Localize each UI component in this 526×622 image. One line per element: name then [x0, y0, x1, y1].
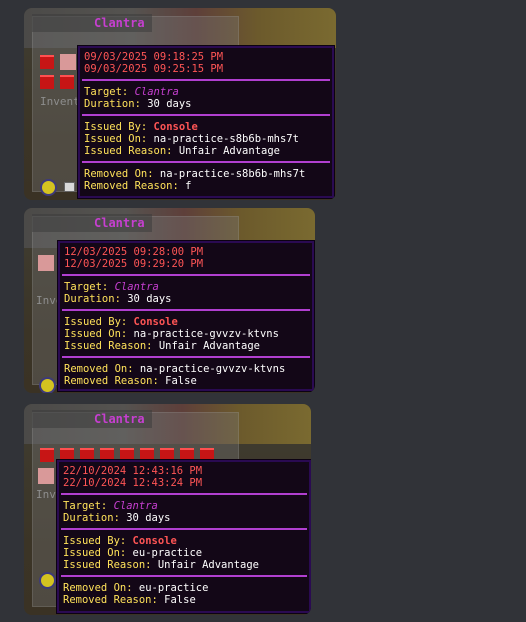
target-label: Target:	[84, 86, 129, 98]
issued-on-label: Issued On:	[64, 328, 128, 340]
duration-row: Duration: 30 days	[63, 512, 305, 524]
screenshot-card-1: Clantra Invent 09/03/2025 09:18:25 PM 09…	[24, 8, 336, 200]
duration-label: Duration:	[64, 293, 121, 305]
removed-reason-row: Removed Reason: False	[64, 375, 308, 387]
red-block-item[interactable]	[60, 75, 74, 89]
issued-reason-label: Issued Reason:	[64, 340, 153, 352]
punishment-start-time: 22/10/2024 12:43:16 PM	[63, 465, 203, 477]
pink-block-item[interactable]	[38, 468, 54, 484]
target-label: Target:	[64, 281, 109, 293]
punishment-tooltip: 22/10/2024 12:43:16 PM 22/10/2024 12:43:…	[56, 459, 311, 614]
duration-row: Duration: 30 days	[64, 293, 308, 305]
player-head-icon[interactable]	[39, 377, 56, 393]
divider	[62, 309, 310, 311]
target-row: Target: Clantra	[63, 500, 305, 512]
punishment-start-time: 09/03/2025 09:18:25 PM	[84, 51, 224, 63]
issued-on-value: na-practice-gvvzv-ktvns	[133, 328, 279, 340]
punishment-tooltip: 09/03/2025 09:18:25 PM 09/03/2025 09:25:…	[77, 45, 335, 199]
red-block-item[interactable]	[40, 448, 54, 462]
divider	[82, 114, 330, 116]
divider	[82, 79, 330, 81]
inventory-title: Clantra	[94, 16, 145, 30]
issued-reason-value: Unfair Advantage	[158, 340, 260, 352]
removed-on-row: Removed On: na-practice-s8b6b-mhs7t	[84, 168, 328, 180]
player-head-icon[interactable]	[39, 572, 56, 589]
removed-reason-value: False	[164, 594, 196, 606]
target-value: Clantra	[113, 500, 158, 512]
issued-by-row: Issued By: Console	[63, 535, 305, 547]
screenshot-card-3: Clantra Inve 22/10/2024 12:43:16 PM 22/1…	[24, 404, 311, 615]
removed-reason-label: Removed Reason:	[64, 375, 159, 387]
removed-on-row: Removed On: eu-practice	[63, 582, 305, 594]
issued-reason-label: Issued Reason:	[84, 145, 173, 157]
issued-by-label: Issued By:	[63, 535, 127, 547]
divider	[62, 274, 310, 276]
duration-value: 30 days	[127, 293, 172, 305]
removed-reason-label: Removed Reason:	[63, 594, 158, 606]
inventory-title: Clantra	[94, 412, 145, 426]
removed-reason-value: False	[165, 375, 197, 387]
pink-block-item[interactable]	[38, 255, 54, 271]
divider	[61, 493, 307, 495]
removed-reason-row: Removed Reason: f	[84, 180, 328, 192]
issued-reason-label: Issued Reason:	[63, 559, 152, 571]
inventory-title: Clantra	[94, 216, 145, 230]
player-head-icon[interactable]	[40, 179, 57, 196]
duration-label: Duration:	[84, 98, 141, 110]
punishment-tooltip: 12/03/2025 09:28:00 PM 12/03/2025 09:29:…	[57, 240, 315, 392]
duration-label: Duration:	[63, 512, 120, 524]
red-block-item[interactable]	[40, 75, 54, 89]
duration-value: 30 days	[147, 98, 192, 110]
punishment-end-time: 12/03/2025 09:29:20 PM	[64, 258, 204, 270]
issued-on-label: Issued On:	[84, 133, 148, 145]
issued-by-value: Console	[153, 121, 198, 133]
issued-by-row: Issued By: Console	[84, 121, 328, 133]
punishment-end-time: 22/10/2024 12:43:24 PM	[63, 477, 203, 489]
removed-reason-value: f	[185, 180, 192, 192]
issued-reason-row: Issued Reason: Unfair Advantage	[84, 145, 328, 157]
issued-on-value: na-practice-s8b6b-mhs7t	[153, 133, 299, 145]
removed-reason-label: Removed Reason:	[84, 180, 179, 192]
issued-on-value: eu-practice	[132, 547, 203, 559]
issued-by-label: Issued By:	[84, 121, 148, 133]
target-row: Target: Clantra	[64, 281, 308, 293]
issued-by-value: Console	[133, 316, 178, 328]
issued-on-row: Issued On: na-practice-gvvzv-ktvns	[64, 328, 308, 340]
removed-reason-row: Removed Reason: False	[63, 594, 305, 606]
issued-reason-value: Unfair Advantage	[157, 559, 259, 571]
target-label: Target:	[63, 500, 108, 512]
issued-by-label: Issued By:	[64, 316, 128, 328]
issued-reason-value: Unfair Advantage	[178, 145, 280, 157]
issued-reason-row: Issued Reason: Unfair Advantage	[63, 559, 305, 571]
screenshot-card-2: Clantra Inve 12/03/2025 09:28:00 PM 12/0…	[24, 208, 315, 393]
duration-value: 30 days	[126, 512, 171, 524]
removed-on-value: eu-practice	[138, 582, 209, 594]
divider	[61, 575, 307, 577]
issued-reason-row: Issued Reason: Unfair Advantage	[64, 340, 308, 352]
red-block-item[interactable]	[40, 55, 54, 69]
inventory-label: Invent	[40, 95, 80, 108]
issued-by-value: Console	[132, 535, 177, 547]
target-value: Clantra	[134, 86, 179, 98]
duration-row: Duration: 30 days	[84, 98, 328, 110]
divider	[61, 528, 307, 530]
punishment-end-time: 09/03/2025 09:25:15 PM	[84, 63, 224, 75]
pink-block-item[interactable]	[60, 54, 76, 70]
removed-on-label: Removed On:	[63, 582, 133, 594]
removed-on-value: na-practice-gvvzv-ktvns	[139, 363, 286, 375]
chest-icon[interactable]	[64, 182, 75, 192]
target-row: Target: Clantra	[84, 86, 328, 98]
removed-on-label: Removed On:	[84, 168, 154, 180]
divider	[62, 356, 310, 358]
punishment-start-time: 12/03/2025 09:28:00 PM	[64, 246, 204, 258]
removed-on-value: na-practice-s8b6b-mhs7t	[159, 168, 306, 180]
issued-by-row: Issued By: Console	[64, 316, 308, 328]
removed-on-label: Removed On:	[64, 363, 134, 375]
issued-on-row: Issued On: eu-practice	[63, 547, 305, 559]
target-value: Clantra	[114, 281, 159, 293]
removed-on-row: Removed On: na-practice-gvvzv-ktvns	[64, 363, 308, 375]
issued-on-label: Issued On:	[63, 547, 127, 559]
issued-on-row: Issued On: na-practice-s8b6b-mhs7t	[84, 133, 328, 145]
divider	[82, 161, 330, 163]
